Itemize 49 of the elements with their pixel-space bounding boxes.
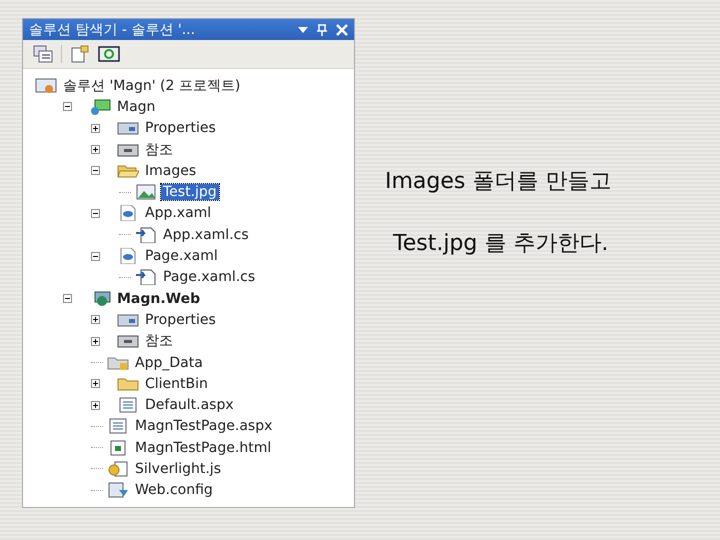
tree-item[interactable]: Magn.Web bbox=[115, 290, 202, 307]
expand-icon[interactable] bbox=[91, 336, 100, 346]
expand-icon[interactable] bbox=[91, 315, 100, 324]
expand-icon[interactable] bbox=[91, 400, 100, 410]
tree-item[interactable]: App.xaml bbox=[143, 205, 214, 222]
tree-item[interactable]: Images bbox=[143, 162, 198, 179]
project-icon bbox=[89, 98, 111, 115]
tree-item[interactable]: Silverlight.js bbox=[133, 460, 223, 477]
collapse-icon[interactable] bbox=[91, 208, 100, 218]
tree-item[interactable]: 참조 bbox=[143, 332, 175, 350]
tree-item[interactable]: Test.jpg bbox=[161, 184, 219, 200]
expand-icon[interactable] bbox=[91, 124, 100, 133]
solution-icon bbox=[35, 78, 57, 94]
files-icon[interactable] bbox=[70, 45, 90, 63]
tree-item[interactable]: Page.xaml bbox=[143, 248, 220, 264]
dropdown-icon[interactable] bbox=[298, 26, 308, 32]
file-icon bbox=[117, 397, 139, 414]
slide-text: Test.jpg 를 추가한다. bbox=[392, 230, 610, 258]
code-file-icon bbox=[135, 269, 157, 286]
code-file-icon bbox=[135, 226, 157, 243]
tree-item[interactable]: MagnTestPage.html bbox=[133, 440, 274, 456]
close-icon[interactable] bbox=[336, 24, 348, 36]
tree-item[interactable]: Default.aspx bbox=[143, 397, 236, 414]
expand-icon[interactable] bbox=[91, 379, 100, 388]
panel-title: 솔루션 탐색기 - 솔루션 '... bbox=[29, 20, 196, 38]
tree-item[interactable]: Web.config bbox=[133, 482, 215, 498]
tree-item[interactable]: MagnTestPage.aspx bbox=[133, 418, 274, 434]
collapse-icon[interactable] bbox=[63, 102, 72, 112]
file-icon bbox=[107, 418, 129, 434]
file-icon bbox=[107, 482, 129, 498]
tree-item[interactable]: 참조 bbox=[143, 140, 175, 159]
pin-icon[interactable] bbox=[316, 24, 328, 36]
collapse-icon[interactable] bbox=[91, 252, 100, 261]
refresh-icon[interactable] bbox=[98, 45, 120, 63]
collapse-icon[interactable] bbox=[91, 166, 100, 176]
collapse-icon[interactable] bbox=[63, 294, 72, 304]
expand-icon[interactable] bbox=[91, 145, 100, 154]
tree-item[interactable]: ClientBin bbox=[143, 376, 210, 392]
slide-text: Images 폴더를 만들고 bbox=[385, 168, 612, 196]
tree-item[interactable]: Page.xaml.cs bbox=[161, 269, 258, 286]
image-file-icon bbox=[135, 184, 157, 200]
tree-item[interactable]: Properties bbox=[143, 312, 218, 328]
script-file-icon bbox=[107, 460, 129, 477]
tree-item[interactable]: 솔루션 'Magn' (2 프로젝트) bbox=[61, 76, 242, 95]
tree-item[interactable]: App.xaml.cs bbox=[161, 226, 251, 243]
tree-item[interactable]: App_Data bbox=[133, 354, 205, 370]
tree-item[interactable]: Properties bbox=[143, 120, 218, 136]
properties-icon[interactable] bbox=[33, 45, 53, 63]
tree-item[interactable]: Magn bbox=[115, 98, 158, 115]
